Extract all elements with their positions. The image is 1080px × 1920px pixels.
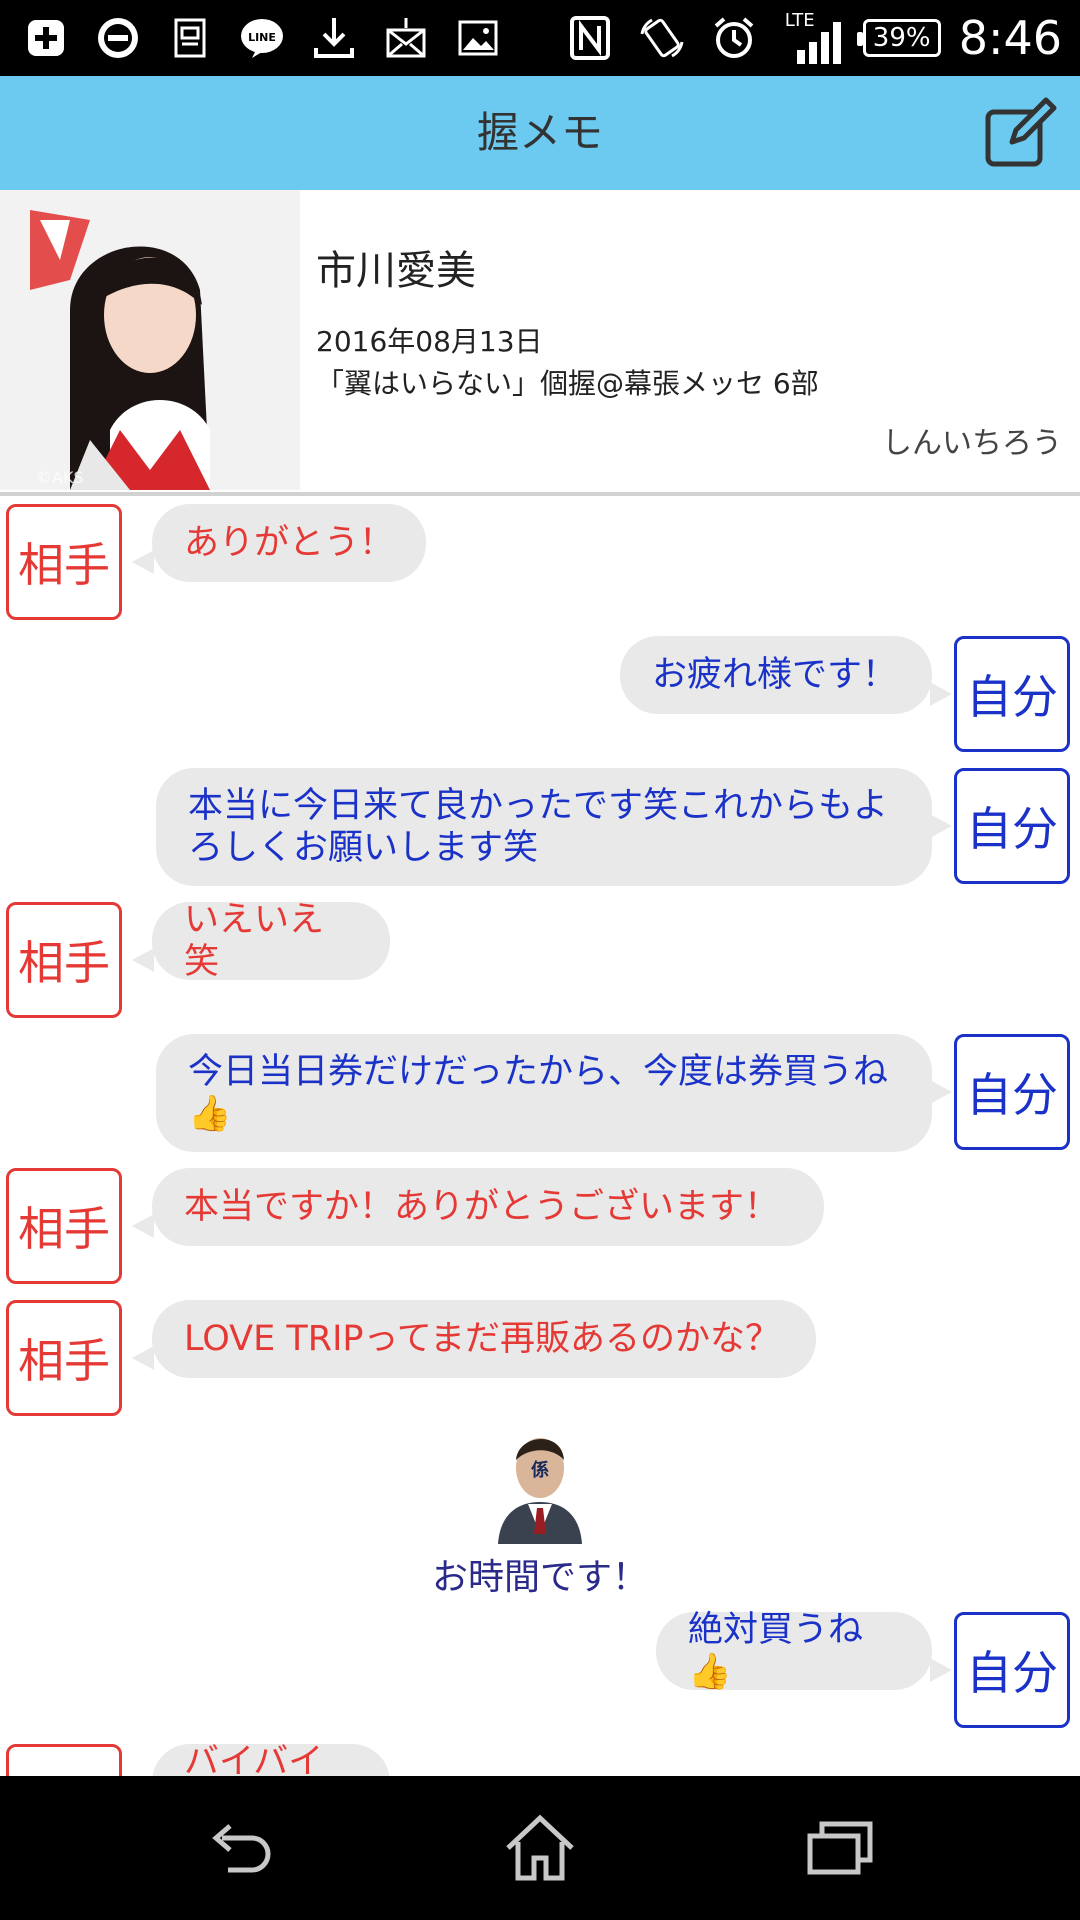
bubble-tail [930,1658,952,1682]
alarm-icon [708,12,760,64]
mail-icon [380,12,432,64]
rotate-icon [636,12,688,64]
bubble-tail [930,682,952,706]
download-icon [308,12,360,64]
me-label-badge: 自分 [954,768,1070,884]
home-button[interactable] [460,1776,620,1920]
bubble-tail [930,814,952,838]
home-icon [506,1814,574,1881]
copy-icon [164,12,216,64]
me-label-badge: 自分 [954,1612,1070,1728]
message-bubble[interactable]: 本当に今日来て良かったです笑これからもよろしくお願いします笑 [156,768,932,886]
plus-icon [20,12,72,64]
message-text: 本当ですか！ありがとうございます！ [184,1187,780,1227]
battery-indicator: 39% [856,19,941,57]
profile-card: ©AKS 市川愛美 2016年08月13日 「翼はいらない」個握@幕張メッセ 6… [0,190,1080,496]
other-label-badge: 相手 [6,1300,122,1416]
message-bubble[interactable]: ありがとう！ [152,504,426,582]
message-text: 今日当日券だけだったから、今度は券買うね👍 [188,1052,889,1134]
bubble-tail [132,1346,154,1370]
member-name: 市川愛美 [316,248,476,294]
staff-avatar-label: 係 [531,1459,549,1481]
status-clock: 8:46 [958,11,1062,65]
message-text: いえいえ笑 [184,900,325,982]
message-bubble[interactable]: お疲れ様です！ [620,636,932,714]
event-date: 2016年08月13日 [316,325,543,358]
edit-button[interactable] [982,96,1058,172]
navigation-bar [0,1776,1080,1920]
message-text: お疲れ様です！ [652,655,898,695]
image-icon [452,12,504,64]
signal-icon: LTE [785,10,845,66]
notification-icons: LINE [20,10,760,66]
me-label-badge: 自分 [954,636,1070,752]
message-text: 絶対買うね👍 [688,1610,864,1692]
member-photo: ©AKS [0,190,300,490]
bubble-tail [132,1214,154,1238]
bubble-tail [132,948,154,972]
user-name: しんいちろう [882,426,1062,461]
back-icon [212,1824,271,1873]
other-label-badge: 相手 [6,504,122,620]
app-header: 握メモ [0,76,1080,190]
message-text: LOVE TRIPってまだ再販あるのかな？ [184,1319,780,1359]
photo-watermark: ©AKS [36,468,84,487]
svg-text:LINE: LINE [248,31,276,44]
message-text: 本当に今日来て良かったです笑これからもよろしくお願いします笑 [188,786,889,868]
status-bar: LINE LTE 39% 8:46 [0,0,1080,76]
page-title: 握メモ [476,108,603,157]
message-bubble[interactable]: 今日当日券だけだったから、今度は券買うね👍 [156,1034,932,1152]
other-label-badge: 相手 [6,902,122,1018]
recents-button[interactable] [760,1776,920,1920]
event-name: 「翼はいらない」個握@幕張メッセ 6部 [316,367,819,400]
showroom-icon [92,12,144,64]
staff-avatar: 係 [490,1426,590,1544]
other-label-badge: 相手 [6,1168,122,1284]
message-bubble[interactable]: いえいえ笑 [152,900,390,982]
message-text: ありがとう！ [184,523,395,563]
line-icon: LINE [236,12,288,64]
recents-icon [807,1821,873,1875]
bubble-tail [132,550,154,574]
me-label-badge: 自分 [954,1034,1070,1150]
message-bubble[interactable]: 絶対買うね👍 [656,1610,932,1692]
back-button[interactable] [160,1776,320,1920]
edit-icon [985,97,1057,167]
bubble-tail [930,1080,952,1104]
status-right: LTE 39% 8:46 [785,8,1062,68]
message-bubble[interactable]: 本当ですか！ありがとうございます！ [152,1168,824,1246]
nfc-icon [564,12,616,64]
message-bubble[interactable]: LOVE TRIPってまだ再販あるのかな？ [152,1300,816,1378]
time-notice: お時間です！ [431,1557,648,1598]
